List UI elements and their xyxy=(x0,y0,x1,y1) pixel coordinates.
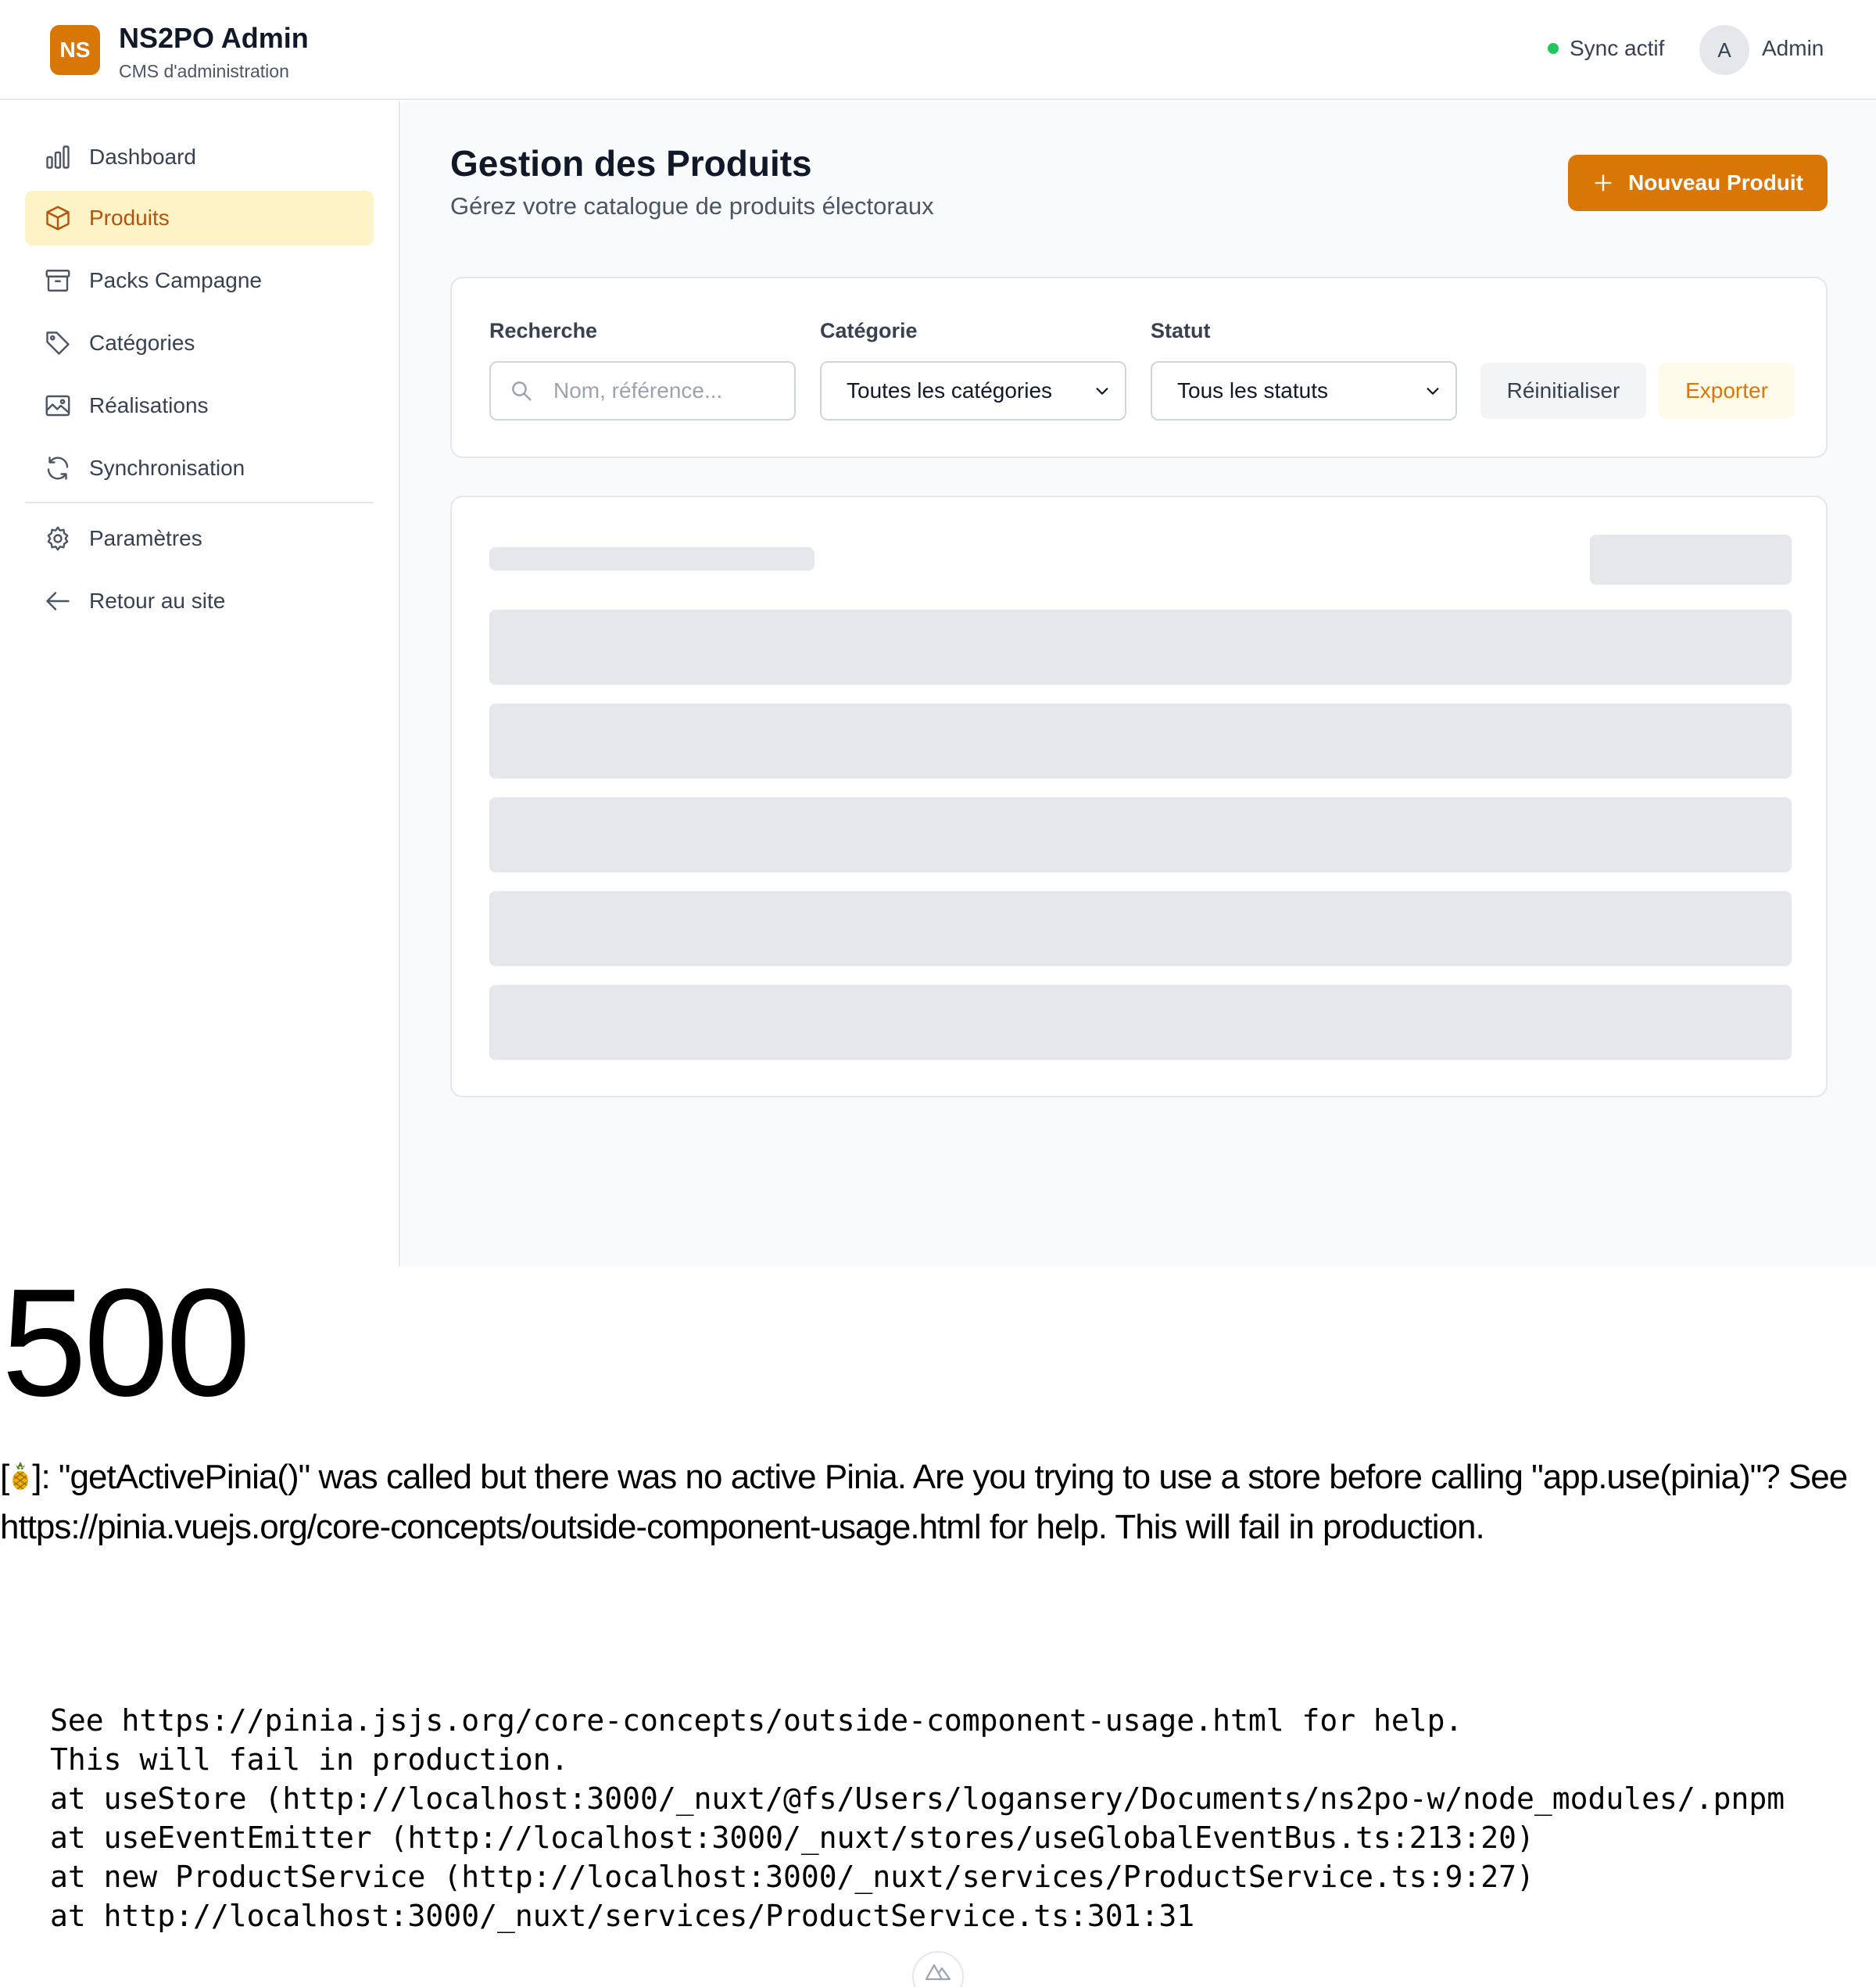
page-subtitle: Gérez votre catalogue de produits électo… xyxy=(450,192,934,220)
status-label: Statut xyxy=(1151,319,1211,342)
new-product-label: Nouveau Produit xyxy=(1627,170,1803,195)
page-title: Gestion des Produits xyxy=(450,143,812,184)
sidebar-item-label: Dashboard xyxy=(89,145,196,169)
search-input[interactable]: Nom, référence... xyxy=(489,361,796,421)
sidebar-item-label: Réalisations xyxy=(89,393,209,417)
archive-icon xyxy=(45,270,70,292)
sidebar-item-synchronisation[interactable]: Synchronisation xyxy=(25,441,374,496)
export-button[interactable]: Exporter xyxy=(1659,363,1795,419)
error-message: []: "getActivePinia()" was called but th… xyxy=(0,1452,1860,1552)
sync-status: Sync actif xyxy=(1548,36,1664,61)
sidebar-item-realisations[interactable]: Réalisations xyxy=(25,378,374,433)
avatar[interactable]: A xyxy=(1699,25,1749,75)
sidebar-item-label: Synchronisation xyxy=(89,456,245,480)
skeleton-action xyxy=(1590,535,1792,585)
app-title: NS2PO Admin xyxy=(119,22,309,54)
sidebar-item-parametres[interactable]: Paramètres xyxy=(25,511,374,566)
skeleton-row xyxy=(489,985,1792,1060)
sidebar: Dashboard Produits Packs Campagne Catégo… xyxy=(0,102,400,1266)
sync-status-label: Sync actif xyxy=(1570,36,1665,60)
tag-icon xyxy=(46,331,70,355)
image-icon xyxy=(45,395,70,417)
main-content: Gestion des Produits Gérez votre catalog… xyxy=(402,102,1876,1266)
category-label: Catégorie xyxy=(820,319,918,342)
user-name[interactable]: Admin xyxy=(1762,36,1824,61)
box-icon xyxy=(46,206,70,231)
error-status-code: 500 xyxy=(2,1257,251,1428)
category-select[interactable]: Toutes les catégories xyxy=(820,361,1126,421)
stack-line: This will fail in production. xyxy=(50,1742,569,1777)
filter-panel: Recherche Nom, référence... Catégorie To… xyxy=(450,277,1828,458)
sidebar-item-categories[interactable]: Catégories xyxy=(25,316,374,371)
pineapple-icon xyxy=(13,1462,29,1490)
sidebar-item-label: Retour au site xyxy=(89,589,226,613)
sidebar-item-label: Produits xyxy=(89,206,170,230)
arrow-left-icon xyxy=(46,592,70,610)
sidebar-item-packs-campagne[interactable]: Packs Campagne xyxy=(25,253,374,308)
sidebar-divider xyxy=(25,502,374,503)
stack-line: See https://pinia.jsjs.org/core-concepts… xyxy=(50,1703,1463,1738)
refresh-icon xyxy=(47,456,69,480)
category-select-value: Toutes les catégories xyxy=(847,378,1053,403)
skeleton-row xyxy=(489,797,1792,872)
error-stack-trace: See https://pinia.jsjs.org/core-concepts… xyxy=(50,1701,1876,1935)
plus-icon xyxy=(1595,174,1612,192)
search-placeholder: Nom, référence... xyxy=(553,378,723,403)
reset-button[interactable]: Réinitialiser xyxy=(1480,363,1646,419)
app-logo[interactable]: NS xyxy=(50,25,100,75)
sidebar-item-retour-au-site[interactable]: Retour au site xyxy=(25,574,374,628)
nuxt-logo-icon xyxy=(925,1964,951,1981)
stack-line: at http://localhost:3000/_nuxt/services/… xyxy=(50,1899,1195,1933)
status-select-value: Tous les statuts xyxy=(1177,378,1328,403)
gear-icon xyxy=(47,526,69,551)
stack-line: at useEventEmitter (http://localhost:300… xyxy=(50,1821,1534,1855)
stack-line: at new ProductService (http://localhost:… xyxy=(50,1860,1534,1894)
new-product-button[interactable]: Nouveau Produit xyxy=(1568,155,1828,211)
nuxt-devtools-button[interactable] xyxy=(912,1951,964,1987)
sidebar-item-produits[interactable]: Produits xyxy=(25,191,374,245)
skeleton-row xyxy=(489,704,1792,779)
sidebar-item-label: Paramètres xyxy=(89,526,202,550)
skeleton-row xyxy=(489,891,1792,966)
sync-status-dot-icon xyxy=(1548,43,1559,54)
products-table-loading xyxy=(450,496,1828,1097)
sidebar-item-label: Packs Campagne xyxy=(89,268,263,292)
chevron-down-icon xyxy=(1096,388,1108,395)
status-select[interactable]: Tous les statuts xyxy=(1151,361,1457,421)
bar-chart-icon xyxy=(46,145,70,169)
error-message-text: ]: "getActivePinia()" was called but the… xyxy=(0,1458,1848,1546)
skeleton-title xyxy=(489,547,814,571)
app-subtitle: CMS d'administration xyxy=(119,61,289,81)
search-label: Recherche xyxy=(489,319,598,342)
chevron-down-icon xyxy=(1427,388,1439,395)
top-header: NS NS2PO Admin CMS d'administration Sync… xyxy=(0,0,1876,100)
search-icon xyxy=(512,381,532,401)
skeleton-row xyxy=(489,610,1792,685)
stack-line: at useStore (http://localhost:3000/_nuxt… xyxy=(50,1781,1785,1816)
sidebar-item-dashboard[interactable]: Dashboard xyxy=(25,130,374,184)
sidebar-item-label: Catégories xyxy=(89,331,195,355)
error-message-prefix: [ xyxy=(0,1458,9,1496)
